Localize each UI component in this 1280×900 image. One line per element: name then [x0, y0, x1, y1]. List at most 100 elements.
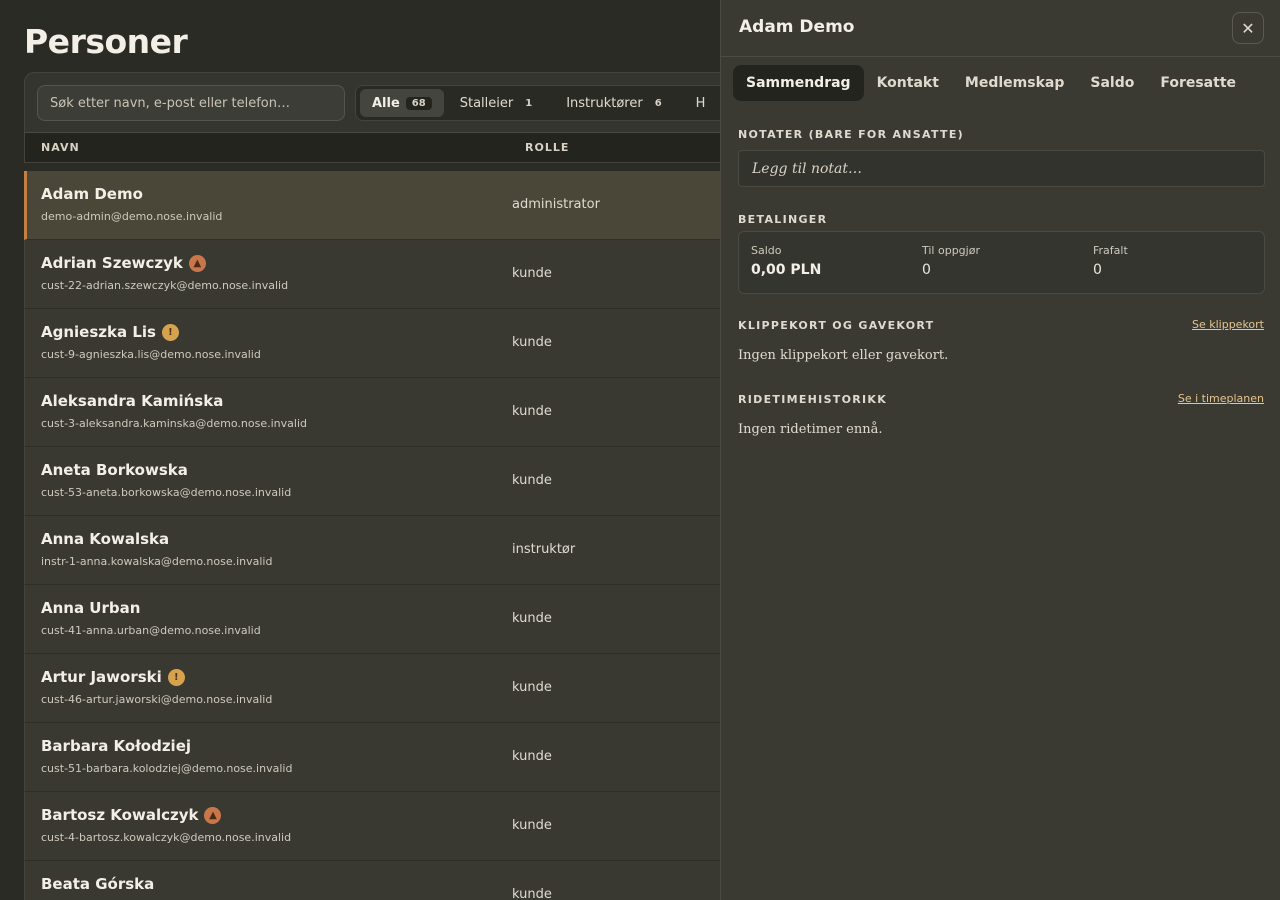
saldo-field: Saldo 0,00 PLN: [751, 244, 821, 278]
see-schedule-link[interactable]: Se i timeplanen: [1178, 392, 1264, 405]
person-role: kunde: [512, 680, 552, 695]
person-name: Adrian Szewczyk ▲: [41, 254, 206, 272]
person-name: Beata Górska: [41, 875, 154, 893]
filter-chip-label: Stalleier: [459, 95, 514, 111]
person-email: cust-46-artur.jaworski@demo.nose.invalid: [41, 693, 273, 706]
waived-label: Frafalt: [1093, 244, 1128, 257]
toolbar: Alle 68 Stalleier 1 Instruktører 6 H: [24, 72, 775, 132]
payments-label: BETALINGER: [738, 213, 828, 226]
person-name-text: Barbara Kołodziej: [41, 737, 192, 755]
filter-chip-instructors[interactable]: Instruktører 6: [554, 89, 679, 117]
person-role: kunde: [512, 473, 552, 488]
person-name-text: Anna Urban: [41, 599, 141, 617]
person-email: cust-4-bartosz.kowalczyk@demo.nose.inval…: [41, 831, 292, 844]
person-email: cust-22-adrian.szewczyk@demo.nose.invali…: [41, 279, 289, 292]
table-row[interactable]: Anna Kowalska instr-1-anna.kowalska@demo.…: [24, 516, 744, 585]
settlement-label: Til oppgjør: [922, 244, 980, 257]
person-name: Adam Demo: [41, 185, 143, 203]
table-row[interactable]: Agnieszka Lis! cust-9-agnieszka.lis@demo.…: [24, 309, 744, 378]
close-button[interactable]: ✕: [1232, 12, 1264, 44]
table-row[interactable]: Bartosz Kowalczyk ▲ cust-4-bartosz.kowalcz…: [24, 792, 744, 861]
filter-chip-label: H: [695, 95, 706, 111]
person-name-text: Aleksandra Kamińska: [41, 392, 224, 410]
person-role: kunde: [512, 611, 552, 626]
filter-chip-all[interactable]: Alle 68: [360, 89, 444, 117]
table-row[interactable]: Aleksandra Kamińska cust-3-aleksandra.kam…: [24, 378, 744, 447]
waived-value: 0: [1093, 262, 1102, 278]
settlement-field: Til oppgjør 0: [922, 244, 980, 278]
column-header-role[interactable]: ROLLE: [525, 141, 569, 154]
tab-summary[interactable]: Sammendrag: [733, 65, 864, 101]
filter-chip-count: 1: [519, 96, 539, 110]
person-name: Aneta Borkowska: [41, 461, 188, 479]
table-row[interactable]: Adam Demo demo-admin@demo.nose.invalid adm…: [24, 171, 744, 240]
table-row[interactable]: Aneta Borkowska cust-53-aneta.borkowska@d…: [24, 447, 744, 516]
alert-circle-icon: !: [167, 668, 185, 686]
person-email: cust-53-aneta.borkowska@demo.nose.invali…: [41, 486, 292, 499]
person-list: Adam Demo demo-admin@demo.nose.invalid adm…: [24, 171, 744, 900]
tab-guardians[interactable]: Foresatte: [1147, 65, 1249, 101]
saldo-label: Saldo: [751, 244, 782, 257]
person-name-text: Adrian Szewczyk: [41, 254, 183, 272]
person-role: kunde: [512, 404, 552, 419]
person-name: Anna Urban: [41, 599, 140, 617]
filter-chip-stalleier[interactable]: Stalleier 1: [448, 89, 550, 117]
table-row[interactable]: Artur Jaworski! cust-46-artur.jaworski@de…: [24, 654, 744, 723]
main-area: Personer Alle 68 Stalleier 1 Instruktøre…: [0, 0, 775, 900]
filter-chip-label: Instruktører: [566, 95, 643, 111]
warning-triangle-icon: ▲: [188, 254, 206, 272]
filter-chip-more[interactable]: H: [684, 89, 718, 117]
close-icon: ✕: [1241, 18, 1255, 38]
notes-label: NOTATER (BARE FOR ANSATTE): [738, 128, 964, 141]
person-name: Agnieszka Lis!: [41, 323, 179, 341]
history-empty-text: Ingen ridetimer ennå.: [738, 422, 883, 437]
panel-title: Adam Demo: [739, 17, 855, 37]
person-name-text: Bartosz Kowalczyk: [41, 806, 199, 824]
person-name: Bartosz Kowalczyk ▲: [41, 806, 222, 824]
person-name-text: Anna Kowalska: [41, 530, 170, 548]
person-name: Aleksandra Kamińska: [41, 392, 223, 410]
person-role: kunde: [512, 335, 552, 350]
panel-tabs: Sammendrag Kontakt Medlemskap Saldo Fore…: [733, 65, 1249, 101]
person-email: cust-51-barbara.kolodziej@demo.nose.inva…: [41, 762, 293, 775]
person-role: administrator: [512, 197, 600, 212]
table-row[interactable]: Adrian Szewczyk ▲ cust-22-adrian.szewczyk@…: [24, 240, 744, 309]
person-email: cust-3-aleksandra.kaminska@demo.nose.inv…: [41, 417, 307, 430]
history-label: RIDETIMEHISTORIKK: [738, 393, 888, 406]
person-role: kunde: [512, 266, 552, 281]
note-input[interactable]: [738, 150, 1265, 187]
person-name: Anna Kowalska: [41, 530, 169, 548]
person-email: cust-9-agnieszka.lis@demo.nose.invalid: [41, 348, 261, 361]
see-cards-link[interactable]: Se klippekort: [1192, 318, 1264, 331]
tab-contact[interactable]: Kontakt: [864, 65, 952, 101]
search-input[interactable]: [37, 85, 345, 121]
filter-chip-count: 68: [405, 96, 432, 110]
person-name: Artur Jaworski!: [41, 668, 185, 686]
table-row[interactable]: Anna Urban cust-41-anna.urban@demo.nose.i…: [24, 585, 744, 654]
person-email: demo-admin@demo.nose.invalid: [41, 210, 223, 223]
cards-empty-text: Ingen klippekort eller gavekort.: [738, 348, 949, 363]
settlement-value: 0: [922, 262, 931, 278]
panel-header: Adam Demo ✕: [721, 0, 1280, 57]
person-role: instruktør: [512, 542, 576, 557]
tab-membership[interactable]: Medlemskap: [952, 65, 1077, 101]
person-name-text: Aneta Borkowska: [41, 461, 188, 479]
tab-balance[interactable]: Saldo: [1077, 65, 1147, 101]
table-header: NAVN ROLLE: [24, 132, 744, 163]
column-header-name[interactable]: NAVN: [41, 141, 80, 154]
table-row[interactable]: Barbara Kołodziej cust-51-barbara.kolodzi…: [24, 723, 744, 792]
role-filter-group: Alle 68 Stalleier 1 Instruktører 6 H: [355, 85, 775, 121]
waived-field: Frafalt 0: [1093, 244, 1128, 278]
person-email: cust-41-anna.urban@demo.nose.invalid: [41, 624, 261, 637]
person-email: instr-1-anna.kowalska@demo.nose.invalid: [41, 555, 273, 568]
person-role: kunde: [512, 887, 552, 900]
person-name-text: Agnieszka Lis: [41, 323, 156, 341]
person-name-text: Adam Demo: [41, 185, 143, 203]
person-name-text: Beata Górska: [41, 875, 155, 893]
person-role: kunde: [512, 818, 552, 833]
cards-label: KLIPPEKORT OG GAVEKORT: [738, 319, 935, 332]
person-name-text: Artur Jaworski: [41, 668, 162, 686]
person-role: kunde: [512, 749, 552, 764]
payments-summary: Saldo 0,00 PLN Til oppgjør 0 Frafalt 0: [738, 231, 1265, 294]
table-row[interactable]: Beata Górska kunde: [24, 861, 744, 900]
